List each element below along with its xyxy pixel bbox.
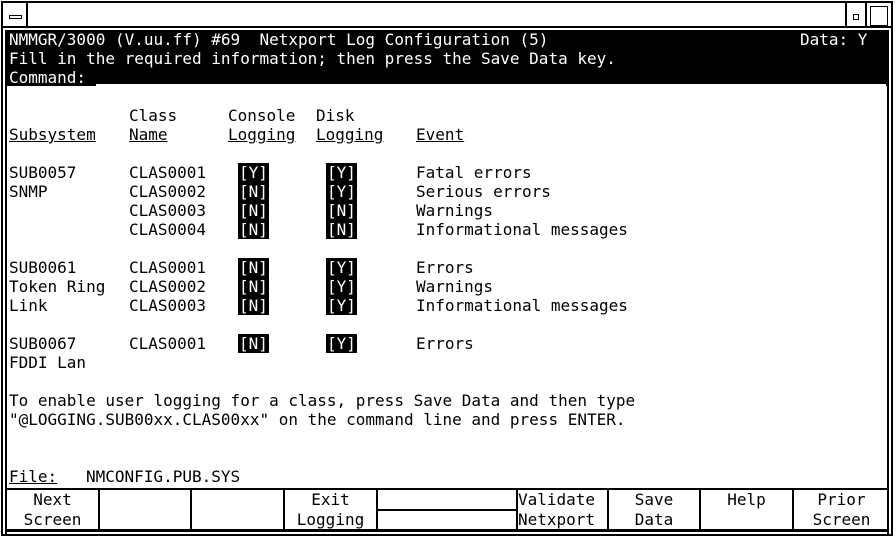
col-class-line1: Class: [129, 106, 178, 125]
subsystem-id: SUB0057: [9, 163, 77, 182]
note-line1: To enable user logging for a class, pres…: [9, 391, 636, 410]
event-text: Errors: [416, 258, 474, 277]
system-menu-icon: [9, 15, 22, 19]
softkey-divider: [378, 509, 516, 511]
col-event: Event: [416, 125, 465, 144]
disk-logging-field[interactable]: [Y]: [326, 163, 357, 182]
console-logging-field[interactable]: [N]: [238, 258, 269, 277]
event-text: Errors: [416, 334, 474, 353]
console-logging-field[interactable]: [N]: [238, 182, 269, 201]
f7-save-data-button[interactable]: Save Data: [609, 490, 701, 529]
system-menu-button[interactable]: [3, 3, 28, 28]
f3-empty-button[interactable]: [192, 490, 285, 529]
disk-logging-field[interactable]: [Y]: [326, 277, 357, 296]
file-value: NMCONFIG.PUB.SYS: [86, 467, 241, 486]
event-text: Serious errors: [416, 182, 551, 201]
softkey-label: Next: [33, 490, 72, 509]
maximize-button[interactable]: [870, 6, 888, 26]
f9-prior-screen-button[interactable]: Prior Screen: [794, 490, 889, 529]
screen-header: NMMGR/3000 (V.uu.ff) #69 Netxport Log Co…: [7, 30, 887, 87]
softkey-label: Screen: [812, 510, 871, 529]
disk-logging-field[interactable]: [Y]: [326, 182, 357, 201]
disk-logging-field[interactable]: [Y]: [326, 334, 357, 353]
softkey-label: Netxport: [518, 510, 596, 529]
subsystem-name: FDDI Lan: [9, 353, 87, 372]
screen-title: NMMGR/3000 (V.uu.ff) #69 Netxport Log Co…: [9, 30, 549, 49]
console-logging-field[interactable]: [Y]: [238, 163, 269, 182]
minimize-button[interactable]: [845, 3, 867, 28]
function-key-bar: Next Screen Exit Logging Validate Netxport …: [7, 488, 889, 532]
subsystem-id: SUB0061: [9, 258, 77, 277]
class-name: CLAS0002: [129, 277, 207, 296]
event-text: Informational messages: [416, 296, 628, 315]
console-logging-field[interactable]: [N]: [238, 334, 269, 353]
minimize-icon: [853, 14, 859, 20]
softkey-label: Help: [727, 490, 766, 509]
class-name: CLAS0002: [129, 182, 207, 201]
subsystem-name: Token Ring: [9, 277, 106, 296]
note-line2: "@LOGGING.SUB00xx.CLAS00xx" on the comma…: [9, 410, 626, 429]
col-disk-line2: Logging: [316, 125, 384, 144]
subsystem-id: SUB0067: [9, 334, 77, 353]
col-console-line1: Console: [228, 106, 296, 125]
event-text: Warnings: [416, 201, 494, 220]
col-disk-line1: Disk: [316, 106, 355, 125]
console-logging-field[interactable]: [N]: [238, 201, 269, 220]
file-label: File:: [9, 467, 58, 486]
command-label: Command:: [9, 68, 87, 87]
class-name: CLAS0001: [129, 258, 207, 277]
disk-logging-field[interactable]: [Y]: [326, 296, 357, 315]
softkey-label: Exit: [311, 490, 350, 509]
class-name: CLAS0003: [129, 201, 207, 220]
console-logging-field[interactable]: [N]: [238, 277, 269, 296]
console-logging-field[interactable]: [N]: [238, 296, 269, 315]
console-logging-field[interactable]: [N]: [238, 220, 269, 239]
f1-next-screen-button[interactable]: Next Screen: [7, 490, 100, 529]
event-text: Informational messages: [416, 220, 628, 239]
class-name: CLAS0004: [129, 220, 207, 239]
disk-logging-field[interactable]: [Y]: [326, 258, 357, 277]
window-title-bar[interactable]: [3, 3, 893, 28]
softkey-label: Validate: [518, 490, 596, 509]
event-text: Warnings: [416, 277, 494, 296]
f6-validate-netxport-button[interactable]: Validate Netxport: [518, 490, 609, 529]
class-name: CLAS0001: [129, 163, 207, 182]
col-console-line2: Logging: [228, 125, 296, 144]
data-flag: Data: Y: [800, 30, 868, 49]
softkey-label: Save: [634, 490, 674, 509]
softkey-label: Prior: [817, 490, 866, 509]
class-name: CLAS0001: [129, 334, 207, 353]
f4-exit-logging-button[interactable]: Exit Logging: [285, 490, 378, 529]
f5-empty-button[interactable]: [378, 490, 518, 529]
f2-empty-button[interactable]: [100, 490, 192, 529]
disk-logging-field[interactable]: [N]: [326, 201, 357, 220]
event-text: Fatal errors: [416, 163, 532, 182]
f8-help-button[interactable]: Help: [701, 490, 794, 529]
command-input-underline[interactable]: [96, 84, 886, 86]
softkey-label: Logging: [296, 510, 365, 529]
col-subsystem: Subsystem: [9, 125, 96, 144]
softkey-label: Data: [634, 510, 674, 529]
subsystem-name: SNMP: [9, 182, 48, 201]
instruction-text: Fill in the required information; then p…: [9, 49, 616, 68]
subsystem-name-line2: Link: [9, 296, 48, 315]
softkey-label: Screen: [23, 510, 82, 529]
class-name: CLAS0003: [129, 296, 207, 315]
col-class-line2: Name: [129, 125, 168, 144]
disk-logging-field[interactable]: [N]: [326, 220, 357, 239]
